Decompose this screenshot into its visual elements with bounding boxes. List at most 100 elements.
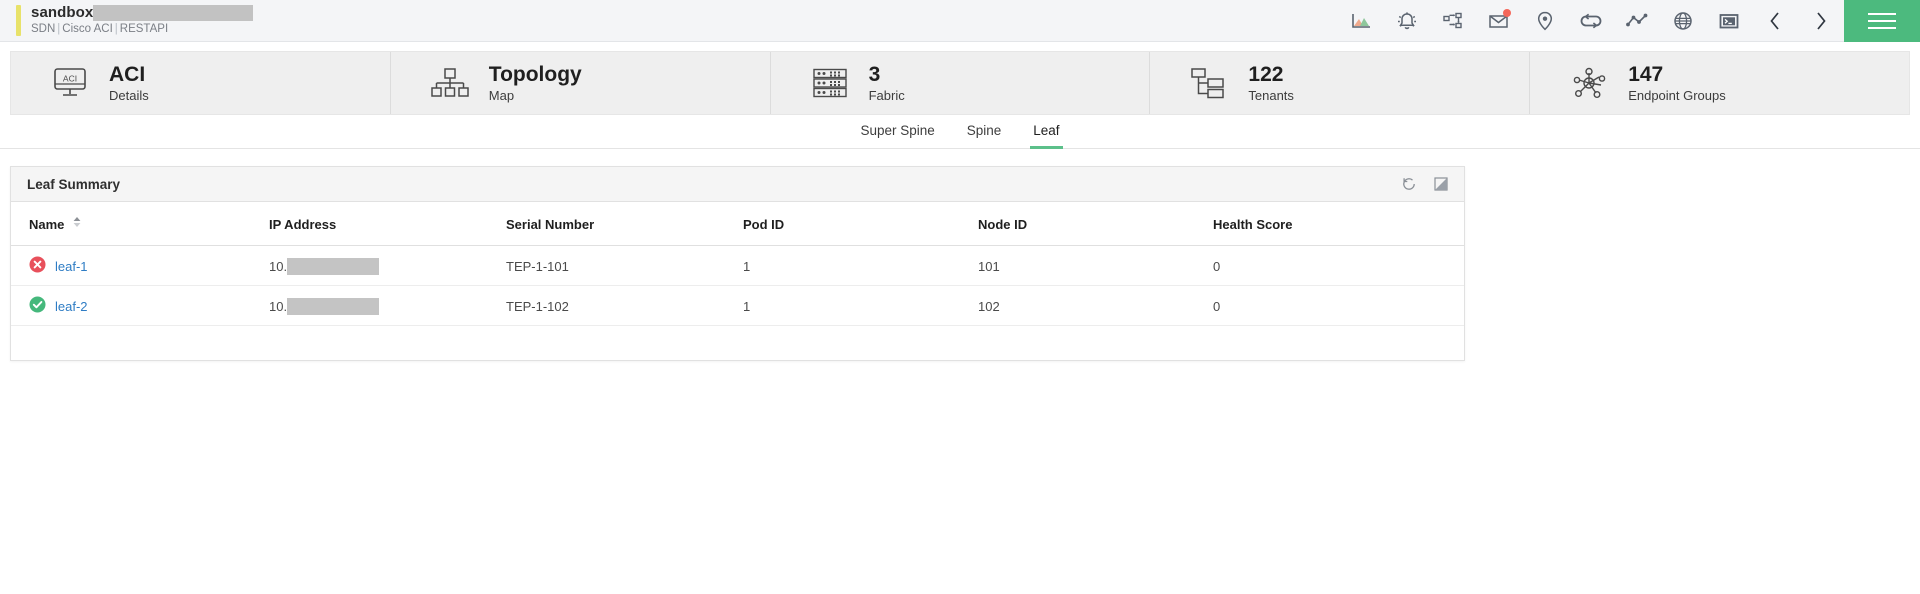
leaf-name-link[interactable]: leaf-1 <box>55 259 88 274</box>
success-check-circle-icon <box>29 296 46 316</box>
cell-node-id: 101 <box>978 245 1213 286</box>
svg-text:ACI: ACI <box>63 74 77 84</box>
kpi-value-epg: 147 <box>1628 63 1664 86</box>
hamburger-line-1 <box>1868 13 1896 15</box>
brand-sub-restapi: RESTAPI <box>119 23 169 35</box>
kpi-label-fabric: Fabric <box>868 88 905 103</box>
kpi-card-fabric[interactable]: 3 Fabric <box>771 52 1151 114</box>
kpi-value-topology: Topology <box>488 63 582 86</box>
table-body: leaf-1 10. TEP-1-101 1 101 0 leaf-2 10. … <box>11 245 1464 326</box>
column-header-pod-id[interactable]: Pod ID <box>743 202 978 246</box>
column-header-node-id[interactable]: Node ID <box>978 202 1213 246</box>
column-header-health-score[interactable]: Health Score <box>1213 202 1464 246</box>
kpi-text-tenants: 122 Tenants <box>1248 62 1294 104</box>
tab-leaf[interactable]: Leaf <box>1030 116 1063 149</box>
top-bar: sandbox SDN | Cisco ACI | RESTAPI <box>0 0 1920 42</box>
tab-super-spine[interactable]: Super Spine <box>857 116 937 149</box>
mail-envelope-icon[interactable] <box>1476 0 1522 42</box>
tenants-hierarchy-icon <box>1188 63 1230 103</box>
kpi-card-row: ACI ACI Details Topology Map 3 Fabric 12… <box>10 51 1910 115</box>
column-header-name[interactable]: Name <box>11 202 269 246</box>
brand-title-row: sandbox <box>31 4 254 21</box>
fabric-rack-icon <box>809 63 851 103</box>
kpi-card-aci-details[interactable]: ACI ACI Details <box>11 52 391 114</box>
kpi-label-topology: Map <box>488 88 515 103</box>
kpi-label-tenants: Tenants <box>1248 88 1294 103</box>
refresh-history-icon[interactable] <box>1400 175 1418 193</box>
analytics-chart-icon[interactable] <box>1338 0 1384 42</box>
mail-unread-badge <box>1503 8 1511 17</box>
kpi-card-endpoint-groups[interactable]: 147 Endpoint Groups <box>1530 52 1909 114</box>
topology-tree-icon <box>429 63 471 103</box>
panel-action-buttons <box>1400 175 1450 193</box>
panel-title: Leaf Summary <box>27 176 121 192</box>
brand-title-redaction <box>93 5 254 21</box>
brand-sub-sep-2: | <box>114 23 118 35</box>
column-header-name-label: Name <box>29 217 65 232</box>
hamburger-menu-button[interactable] <box>1844 0 1920 42</box>
brand-title: sandbox <box>31 4 94 21</box>
cell-name: leaf-2 <box>11 285 269 326</box>
brand-sub-sdn: SDN <box>31 23 56 35</box>
column-header-serial-number[interactable]: Serial Number <box>506 202 743 246</box>
name-cell-wrapper: leaf-2 <box>29 296 269 316</box>
error-circle-icon <box>29 256 46 276</box>
brand-accent-bar <box>16 5 21 36</box>
cell-serial-number: TEP-1-102 <box>506 285 743 326</box>
brand-subtitle: SDN | Cisco ACI | RESTAPI <box>31 22 253 36</box>
ip-address-prefix: 10. <box>269 258 288 274</box>
cell-health-score: 0 <box>1213 285 1464 326</box>
brand-text: sandbox SDN | Cisco ACI | RESTAPI <box>31 4 254 36</box>
chevron-right-icon[interactable] <box>1798 0 1844 42</box>
table-row[interactable]: leaf-1 10. TEP-1-101 1 101 0 <box>11 245 1464 286</box>
kpi-card-tenants[interactable]: 122 Tenants <box>1150 52 1531 114</box>
ip-address-redaction <box>287 297 380 315</box>
cell-pod-id: 1 <box>743 285 978 326</box>
brand-block: sandbox SDN | Cisco ACI | RESTAPI <box>0 4 254 36</box>
name-cell-wrapper: leaf-1 <box>29 256 269 276</box>
chevron-left-icon[interactable] <box>1752 0 1798 42</box>
kpi-text-aci: ACI Details <box>109 62 149 104</box>
node-type-tabs: Super Spine Spine Leaf <box>0 116 1920 149</box>
workflow-icon[interactable] <box>1430 0 1476 42</box>
table-header: Name IP Address Serial Number Pod ID Nod… <box>11 202 1464 246</box>
kpi-value-fabric: 3 <box>868 63 881 86</box>
top-icon-bar <box>1338 0 1844 41</box>
leaf-summary-panel-header: Leaf Summary <box>11 167 1464 202</box>
cell-pod-id: 1 <box>743 245 978 286</box>
cell-serial-number: TEP-1-101 <box>506 245 743 286</box>
terminal-console-icon[interactable] <box>1706 0 1752 42</box>
leaf-summary-panel: Leaf Summary Name IP Address Serial Numb… <box>10 166 1465 361</box>
expand-popout-icon[interactable] <box>1432 175 1450 193</box>
kpi-value-aci: ACI <box>109 63 146 86</box>
leaf-name-link[interactable]: leaf-2 <box>55 299 88 314</box>
ip-address-wrapper: 10. <box>269 257 506 275</box>
cell-ip-address: 10. <box>269 285 506 326</box>
cell-ip-address: 10. <box>269 245 506 286</box>
panel-bottom-padding <box>11 326 1464 360</box>
kpi-text-epg: 147 Endpoint Groups <box>1628 62 1726 104</box>
alarm-bell-icon[interactable] <box>1384 0 1430 42</box>
table-header-row: Name IP Address Serial Number Pod ID Nod… <box>11 202 1464 246</box>
brand-sub-aci: Cisco ACI <box>62 23 113 35</box>
link-chain-icon[interactable] <box>1568 0 1614 42</box>
ip-address-redaction <box>287 257 380 275</box>
endpoint-groups-node-icon <box>1568 63 1610 103</box>
kpi-value-tenants: 122 <box>1248 63 1284 86</box>
kpi-card-topology-map[interactable]: Topology Map <box>391 52 771 114</box>
globe-icon[interactable] <box>1660 0 1706 42</box>
cell-name: leaf-1 <box>11 245 269 286</box>
table-row[interactable]: leaf-2 10. TEP-1-102 1 102 0 <box>11 285 1464 326</box>
hamburger-line-3 <box>1868 27 1896 29</box>
kpi-text-topology: Topology Map <box>489 62 582 104</box>
column-header-ip-address[interactable]: IP Address <box>269 202 506 246</box>
kpi-text-fabric: 3 Fabric <box>869 62 905 104</box>
leaf-summary-table: Name IP Address Serial Number Pod ID Nod… <box>11 202 1464 326</box>
cell-health-score: 0 <box>1213 245 1464 286</box>
cell-node-id: 102 <box>978 285 1213 326</box>
trend-line-icon[interactable] <box>1614 0 1660 42</box>
tab-spine[interactable]: Spine <box>964 116 1005 149</box>
location-pin-icon[interactable] <box>1522 0 1568 42</box>
monitor-aci-icon: ACI <box>49 63 91 103</box>
kpi-label-epg: Endpoint Groups <box>1628 88 1726 103</box>
